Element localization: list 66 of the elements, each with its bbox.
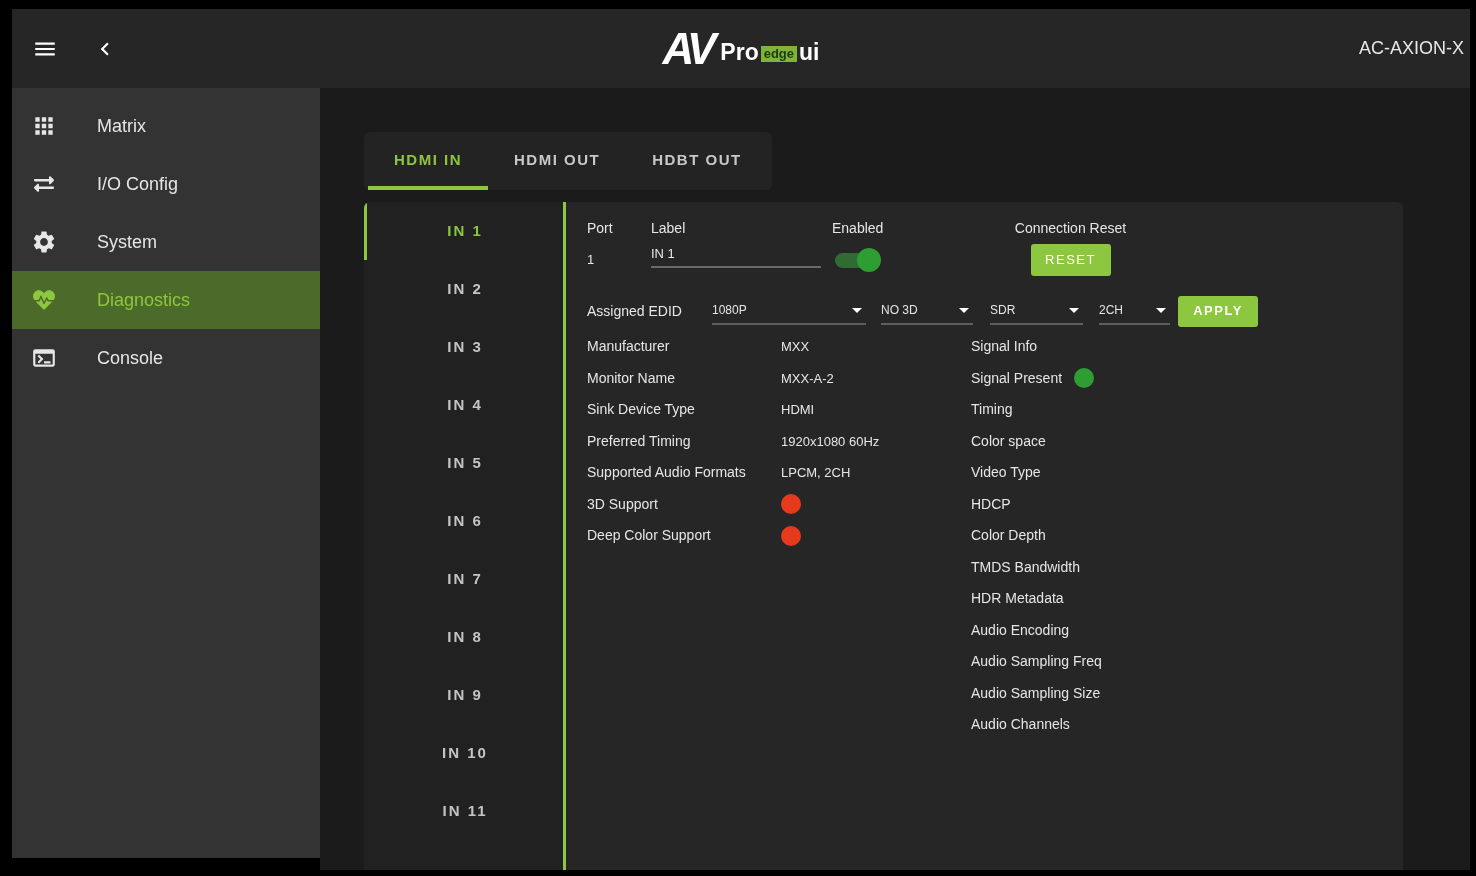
info-label: Sink Device Type [587, 400, 696, 420]
dropdown-select[interactable]: 2CH [1099, 297, 1170, 325]
logo-badge: edge [760, 45, 798, 62]
info-label: Preferred Timing [587, 431, 692, 451]
dropdown-select[interactable]: SDR [990, 297, 1083, 325]
tab[interactable]: HDMI OUT [488, 132, 627, 190]
info-value: MXX-A-2 [781, 369, 834, 388]
port-number: 1 [587, 251, 595, 270]
info-label: Audio Channels [971, 715, 1070, 735]
swap-arrows-icon [34, 174, 54, 194]
sidebar-item[interactable]: Console [12, 329, 320, 387]
caret-icon [1156, 307, 1166, 313]
port-item[interactable]: IN 3 [364, 318, 563, 376]
port-item[interactable]: IN 4 [364, 376, 563, 434]
dropdown-select[interactable]: NO 3D [881, 297, 973, 325]
port-item[interactable]: IN 10 [364, 724, 563, 782]
info-label: Manufacturer [587, 337, 671, 357]
tab[interactable]: HDBT OUT [626, 132, 768, 190]
info-value: MXX [781, 338, 810, 356]
field-label: Assigned EDID [587, 301, 683, 321]
caret-icon [1069, 307, 1079, 313]
info-label: Audio Encoding [971, 620, 1070, 640]
info-label: Signal Present [971, 368, 1063, 388]
info-label: Audio Sampling Size [971, 683, 1101, 703]
label-input[interactable]: IN 1 [651, 240, 821, 268]
info-label: Monitor Name [587, 368, 676, 388]
info-label: Supported Audio Formats [587, 463, 747, 483]
info-label: Video Type [971, 463, 1041, 483]
info-label: Deep Color Support [587, 526, 712, 546]
info-value: LPCM, 2CH [781, 464, 851, 482]
info-label: HDR Metadata [971, 589, 1064, 609]
port-item[interactable]: IN 9 [364, 666, 563, 724]
device-name: AC-AXION-X [1359, 37, 1464, 60]
info-label: Timing [971, 400, 1013, 420]
sidebar-item[interactable]: System [12, 213, 320, 271]
info-label: Color space [971, 431, 1046, 451]
sidebar-item[interactable]: Matrix [12, 97, 320, 155]
info-label: TMDS Bandwidth [971, 557, 1080, 577]
info-label: HDCP [971, 494, 1011, 514]
tab[interactable]: HDMI IN [368, 132, 488, 190]
info-label: Signal Info [971, 337, 1038, 357]
info-value: HDMI [781, 401, 815, 419]
port-item[interactable]: IN 2 [364, 260, 563, 318]
field-label: Enabled [832, 219, 884, 238]
logo-wordmark: Pro [720, 38, 759, 65]
logo-wordmark: ui [799, 38, 820, 65]
port-item[interactable]: IN 8 [364, 608, 563, 666]
port-item[interactable]: IN 1 [364, 202, 563, 260]
heart-pulse-icon [33, 289, 55, 311]
dropdown-select[interactable]: 1080P [712, 297, 866, 325]
settings-icon [31, 229, 57, 255]
field-label: Label [651, 219, 686, 238]
port-item[interactable]: IN 6 [364, 492, 563, 550]
info-label: 3D Support [587, 494, 659, 514]
caret-icon [959, 307, 969, 313]
info-value: 1920x1080 60Hz [781, 432, 880, 451]
port-item[interactable]: IN 11 [364, 782, 563, 840]
caret-icon [852, 307, 862, 313]
port-item[interactable]: IN 7 [364, 550, 563, 608]
toggle-switch[interactable] [835, 248, 881, 272]
info-label: Color Depth [971, 526, 1046, 546]
port-item[interactable]: IN 5 [364, 434, 563, 492]
field-label: Connection Reset [1014, 219, 1127, 238]
sidebar-item[interactable]: I/O Config [12, 155, 320, 213]
field-label: Port [587, 219, 613, 238]
info-label: Audio Sampling Freq [971, 652, 1102, 672]
